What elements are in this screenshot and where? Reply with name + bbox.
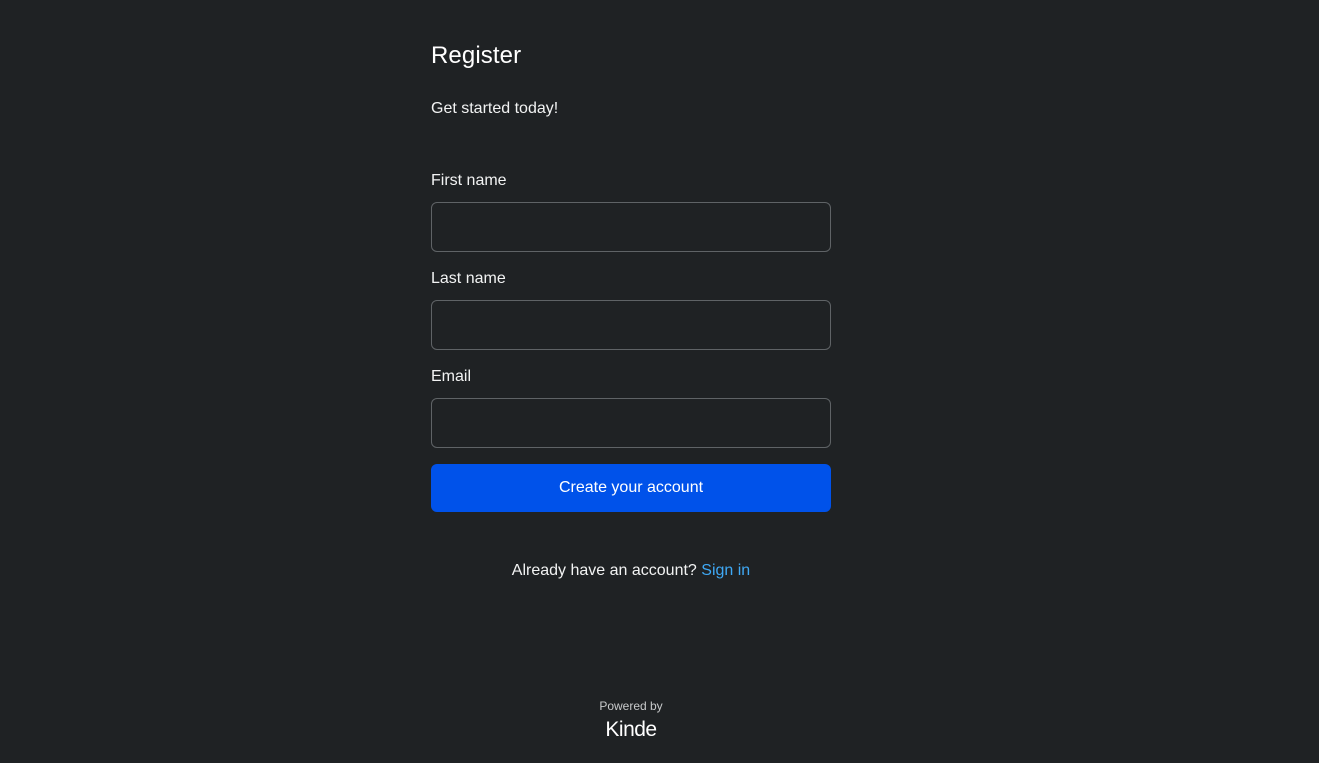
last-name-input[interactable] bbox=[431, 300, 831, 350]
register-page: Register Get started today! First name L… bbox=[0, 0, 1319, 763]
powered-by-text: Powered by bbox=[599, 699, 663, 713]
first-name-input[interactable] bbox=[431, 202, 831, 252]
kinde-logo[interactable]: Kinde bbox=[531, 718, 731, 742]
email-input[interactable] bbox=[431, 398, 831, 448]
create-account-button[interactable]: Create your account bbox=[431, 464, 831, 512]
first-name-label: First name bbox=[431, 172, 507, 189]
footer: Powered by Kinde bbox=[531, 698, 731, 742]
signin-link[interactable]: Sign in bbox=[701, 562, 750, 579]
page-subtitle: Get started today! bbox=[431, 100, 559, 117]
signin-row: Already have an account? Sign in bbox=[431, 560, 831, 582]
signin-prompt: Already have an account? bbox=[511, 562, 697, 579]
page-title: Register bbox=[431, 42, 522, 69]
email-label: Email bbox=[431, 368, 472, 385]
last-name-label: Last name bbox=[431, 270, 506, 287]
